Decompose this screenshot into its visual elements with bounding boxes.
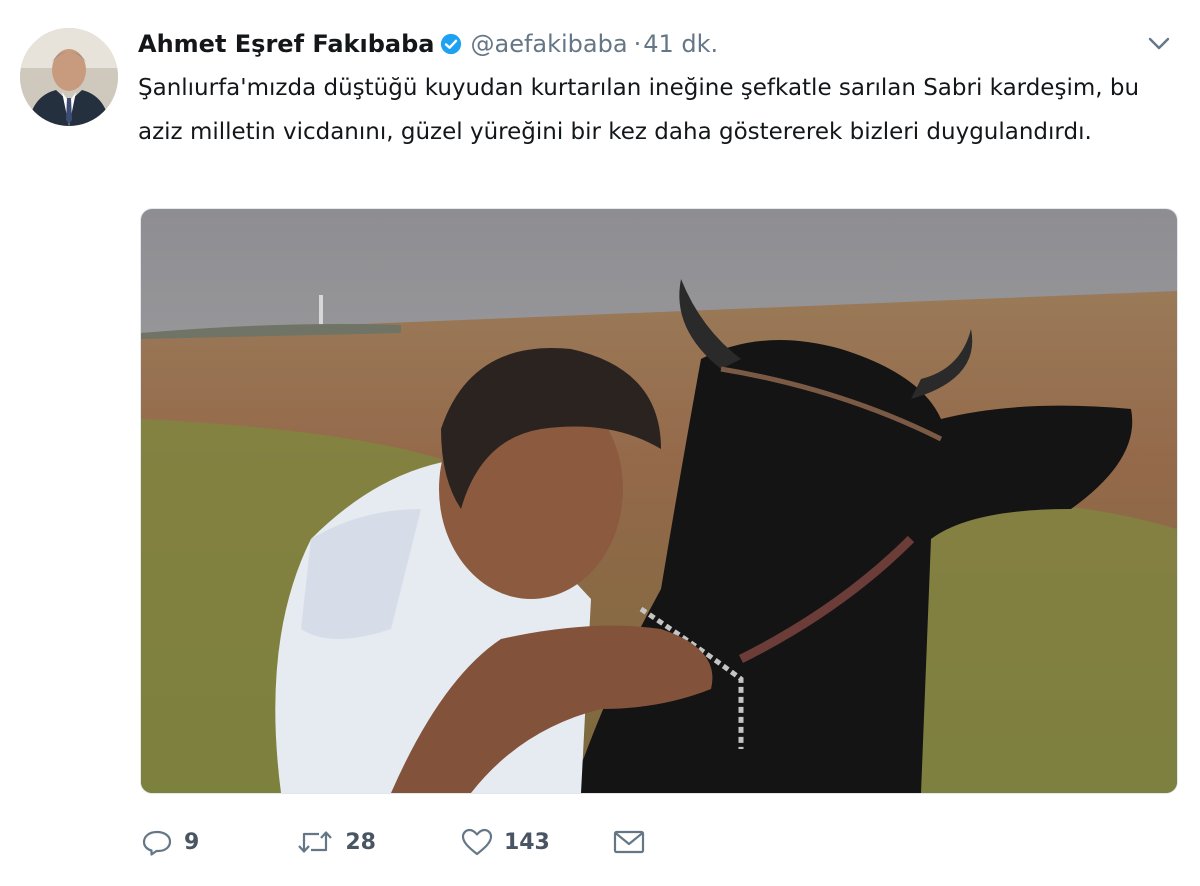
timestamp[interactable]: 41 dk.: [643, 30, 718, 58]
avatar[interactable]: [20, 28, 118, 126]
tweet-photo[interactable]: [140, 208, 1178, 794]
retweet-icon: [298, 831, 333, 853]
tweet-header: Ahmet Eşref Fakıbaba @aefakibaba · 41 dk…: [138, 24, 1170, 64]
tweet-actions: 9 28 143: [140, 818, 646, 866]
author-handle[interactable]: @aefakibaba: [470, 30, 627, 58]
like-count: 143: [503, 829, 550, 855]
reply-button[interactable]: 9: [140, 827, 199, 857]
like-button[interactable]: 143: [460, 827, 550, 857]
photo-man-hugging-cow: [141, 209, 1177, 793]
author-name[interactable]: Ahmet Eşref Fakıbaba: [138, 30, 434, 58]
tweet-card: Ahmet Eşref Fakıbaba @aefakibaba · 41 dk…: [0, 0, 1200, 886]
reply-count: 9: [184, 829, 200, 855]
reply-icon: [142, 830, 172, 856]
separator-dot: ·: [633, 30, 642, 58]
direct-message-button[interactable]: [612, 827, 646, 857]
envelope-icon: [613, 830, 644, 854]
retweet-button[interactable]: 28: [295, 827, 376, 857]
chevron-down-icon[interactable]: [1146, 34, 1172, 54]
retweet-count: 28: [345, 829, 376, 855]
avatar-image: [20, 28, 118, 126]
tweet-text: Şanlıurfa'mızda düştüğü kuyudan kurtarıl…: [138, 75, 1140, 145]
verified-badge-icon: [440, 33, 462, 55]
heart-icon: [461, 828, 493, 856]
